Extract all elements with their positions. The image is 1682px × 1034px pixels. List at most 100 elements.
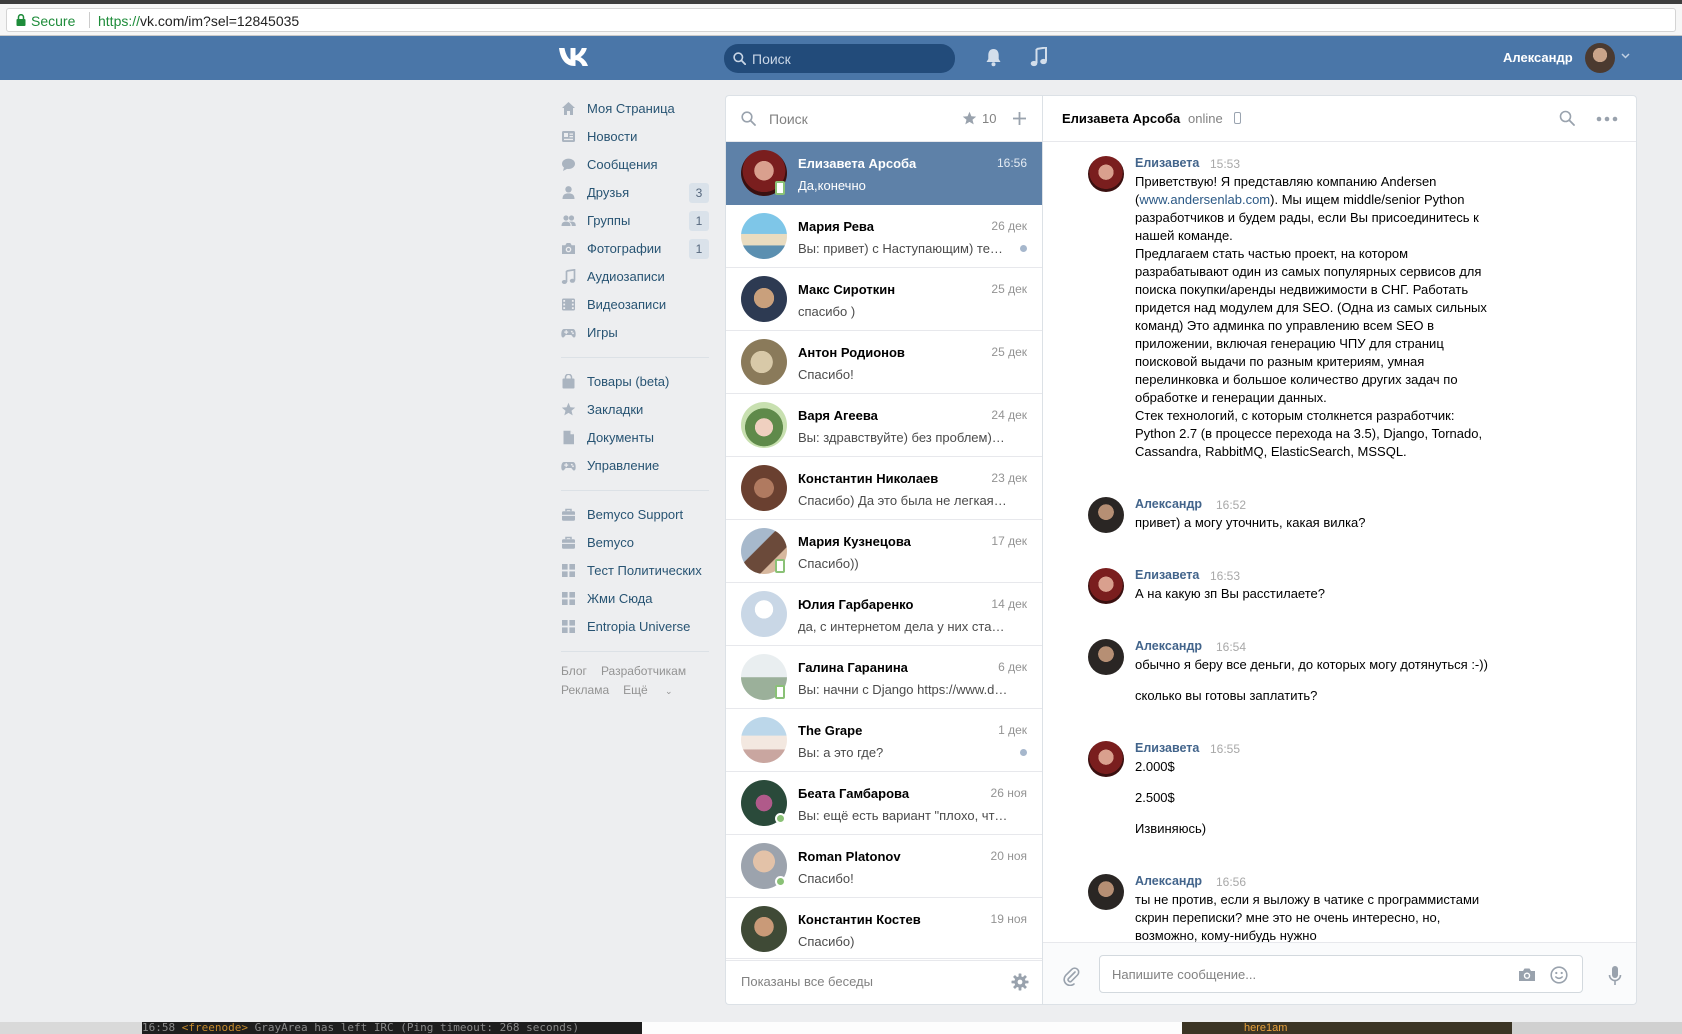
sidebar-item-group3-3[interactable]: Жми Сюда (557, 585, 709, 613)
footer-link-developers[interactable]: Разработчикам (601, 664, 686, 678)
search-icon (741, 111, 756, 126)
conversation-date: 25 дек (991, 345, 1027, 359)
conversation-item[interactable]: Варя Агеева 24 дек Вы: здравствуйте) без п… (726, 394, 1042, 457)
message-time[interactable]: 15:53 (1210, 157, 1240, 171)
sidebar-item-group1-3[interactable]: Друзья 3 (557, 179, 709, 207)
message-author[interactable]: Александр (1135, 874, 1202, 888)
sidebar-item-group1-0[interactable]: Моя Страница (557, 95, 709, 123)
message-line: Cassandra, RabbitMQ, ElasticSearch, MSSQ… (1135, 444, 1407, 459)
sidebar-item-label: Фотографии (587, 241, 662, 256)
sidebar-item-group3-1[interactable]: Bemyco (557, 529, 709, 557)
sidebar-item-group1-2[interactable]: Сообщения (557, 151, 709, 179)
message-time[interactable]: 16:56 (1216, 875, 1246, 889)
music-icon[interactable] (1030, 47, 1048, 67)
header-search-input[interactable]: Поиск (724, 44, 955, 73)
avatar[interactable] (1088, 639, 1124, 675)
conversation-name: Варя Агеева (798, 408, 878, 423)
conversation-date: 20 ноя (990, 849, 1027, 863)
vk-logo-icon[interactable] (558, 46, 592, 68)
message-author[interactable]: Елизавета (1135, 156, 1199, 170)
message-input[interactable]: Напишите сообщение... (1099, 955, 1583, 993)
conversation-name: Макс Сироткин (798, 282, 896, 297)
avatar[interactable] (1088, 156, 1124, 192)
conversations-search[interactable]: Поиск 10 (726, 96, 1042, 142)
smile-icon[interactable] (1550, 966, 1568, 984)
conversation-item[interactable]: Roman Platonov 20 ноя Спасибо! (726, 835, 1042, 898)
message-author[interactable]: Александр (1135, 639, 1202, 653)
avatar[interactable] (1088, 741, 1124, 777)
header-avatar[interactable] (1585, 43, 1615, 73)
friends-icon (562, 186, 575, 199)
sidebar-item-group1-4[interactable]: Группы 1 (557, 207, 709, 235)
bell-icon[interactable] (985, 48, 1002, 67)
conversation-name: Юлия Гарбаренко (798, 597, 914, 612)
message-author[interactable]: Александр (1135, 497, 1202, 511)
conversation-preview: Спасибо) (798, 934, 855, 949)
conversation-item[interactable]: Мария Рева 26 дек Вы: привет) с Наступающи… (726, 205, 1042, 268)
avatar[interactable] (1088, 874, 1124, 910)
plus-icon[interactable] (1012, 111, 1027, 126)
message-time[interactable]: 16:54 (1216, 640, 1246, 654)
url-text[interactable]: https://vk.com/im?sel=12845035 (98, 13, 299, 29)
conversation-item[interactable]: Юлия Гарбаренко 14 дек да, с интернетом де… (726, 583, 1042, 646)
footer-link-more[interactable]: Ещё ⌄ (623, 683, 686, 697)
microphone-icon[interactable] (1608, 965, 1622, 987)
conversation-item[interactable]: Константин Николаев 23 дек Спасибо) Да это… (726, 457, 1042, 520)
avatar[interactable] (1088, 497, 1124, 533)
conversation-item[interactable]: Беата Гамбарова 26 ноя Вы: ещё есть вариан… (726, 772, 1042, 835)
conversation-item[interactable]: Константин Костев 19 ноя Спасибо) (726, 898, 1042, 961)
conversation-item[interactable]: Мария Кузнецова 17 дек Спасибо)) (726, 520, 1042, 583)
sidebar-item-group3-4[interactable]: Entropia Universe (557, 613, 709, 641)
more-dots-icon[interactable] (1596, 116, 1618, 122)
sidebar-item-group1-8[interactable]: Игры (557, 319, 709, 347)
sidebar-item-group2-3[interactable]: Управление (557, 452, 709, 480)
address-bar[interactable]: Secure https://vk.com/im?sel=12845035 (6, 8, 1676, 32)
sidebar-item-group1-1[interactable]: Новости (557, 123, 709, 151)
sidebar-item-label: Entropia Universe (587, 619, 691, 634)
sidebar-item-group3-2[interactable]: Тест Политических (557, 557, 709, 585)
starred-count[interactable]: 10 (982, 111, 996, 126)
conversation-item[interactable]: The Grape 1 дек Вы: а это где? (726, 709, 1042, 772)
unread-dot-icon (1020, 245, 1027, 252)
home-icon (562, 102, 575, 115)
groups-icon (561, 215, 576, 226)
sidebar-item-group1-5[interactable]: Фотографии 1 (557, 235, 709, 263)
message-time[interactable]: 16:52 (1216, 498, 1246, 512)
gear-icon[interactable] (1011, 973, 1029, 991)
url-protocol: https:// (98, 13, 141, 29)
sidebar-item-group1-6[interactable]: Аудиозаписи (557, 263, 709, 291)
message-time[interactable]: 16:55 (1210, 742, 1240, 756)
star-icon[interactable] (962, 111, 977, 126)
conversation-name: Мария Кузнецова (798, 534, 911, 549)
camera-icon[interactable] (1518, 967, 1536, 982)
sidebar-item-group3-0[interactable]: Bemyco Support (557, 501, 709, 529)
chevron-down-icon[interactable] (1621, 53, 1630, 59)
online-indicator-icon (775, 876, 786, 887)
header-username[interactable]: Александр (1503, 50, 1573, 65)
message-author[interactable]: Елизавета (1135, 741, 1199, 755)
avatar[interactable] (1088, 568, 1124, 604)
conversation-item[interactable]: Елизавета Арсоба 16:56 Да,конечно (726, 142, 1042, 205)
taskbar-segment (0, 1022, 142, 1034)
message-link[interactable]: www.andersenlab.com (1139, 192, 1270, 207)
paperclip-icon[interactable] (1062, 966, 1080, 986)
conversation-item[interactable]: Макс Сироткин 25 дек спасибо ) (726, 268, 1042, 331)
message-line: 2.500$ (1135, 790, 1175, 805)
conversations-footer-text: Показаны все беседы (741, 974, 873, 989)
conversation-item[interactable]: Галина Гаранина 6 дек Вы: начни с Django h… (726, 646, 1042, 709)
conversation-item[interactable]: Антон Родионов 25 дек Спасибо! (726, 331, 1042, 394)
sidebar-item-label: Документы (587, 430, 655, 445)
sidebar-item-group2-1[interactable]: Закладки (557, 396, 709, 424)
message-author[interactable]: Елизавета (1135, 568, 1199, 582)
chat-peer-name[interactable]: Елизавета Арсоба (1062, 111, 1180, 126)
footer-link-ads[interactable]: Реклама (561, 683, 609, 697)
sidebar-item-group1-7[interactable]: Видеозаписи (557, 291, 709, 319)
conversation-date: 23 дек (991, 471, 1027, 485)
avatar (741, 339, 787, 385)
nav-group-main: Моя Страница Новости Сообщения Друзья 3 Групп… (557, 95, 709, 347)
search-icon[interactable] (1559, 110, 1575, 126)
footer-link-blog[interactable]: Блог (561, 664, 587, 678)
sidebar-item-group2-2[interactable]: Документы (557, 424, 709, 452)
message-time[interactable]: 16:53 (1210, 569, 1240, 583)
sidebar-item-group2-0[interactable]: Товары (beta) (557, 368, 709, 396)
